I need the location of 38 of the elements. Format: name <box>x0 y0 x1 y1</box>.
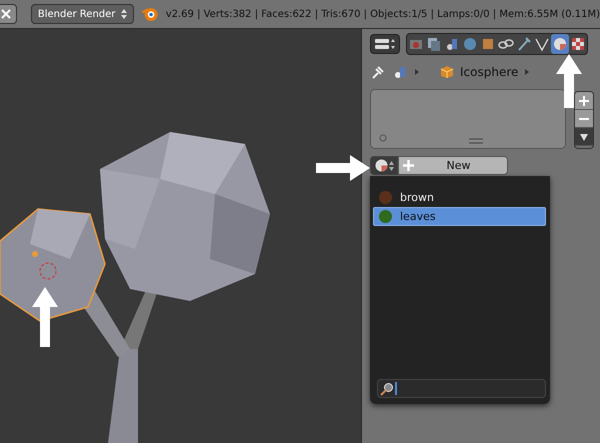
minus-icon <box>579 116 589 120</box>
triangle-down-icon <box>579 132 589 142</box>
pin-icon <box>370 64 386 80</box>
arrow-right-icon <box>414 68 420 76</box>
slot-menu-button[interactable] <box>575 128 593 146</box>
search-icon <box>380 382 394 396</box>
editor-type-button[interactable] <box>370 34 400 54</box>
new-material-button[interactable]: New <box>398 156 508 175</box>
layers-icon <box>425 35 443 53</box>
resize-handle-icon[interactable] <box>469 138 483 144</box>
arrow-right-icon <box>524 68 530 76</box>
material-icon <box>551 35 569 53</box>
plus-icon <box>579 96 589 106</box>
editor-type-icon <box>374 37 396 51</box>
scene-stats: v2.69 | Verts:382 | Faces:622 | Tris:670 | Objects:1/5 | Lamps:0/0 | Mem:6.55M (0.11M) <box>166 8 600 20</box>
material-item[interactable]: leaves <box>373 207 546 226</box>
search-field[interactable] <box>377 379 546 398</box>
right-arrow-icon <box>316 155 370 181</box>
remove-slot-button[interactable] <box>575 110 593 128</box>
properties-tab[interactable] <box>551 34 569 54</box>
material-item[interactable]: brown <box>373 188 546 207</box>
add-slot-button[interactable] <box>575 92 593 110</box>
up-arrow-icon <box>32 287 58 347</box>
up-arrow-icon <box>556 54 582 108</box>
add-dot-icon <box>379 134 387 142</box>
scene-icon <box>392 64 408 80</box>
cube-icon <box>440 65 454 79</box>
object-name: Icosphere <box>460 65 518 79</box>
updown-icon <box>120 8 127 20</box>
material-sphere-icon <box>374 159 388 172</box>
browse-material-button[interactable] <box>370 156 398 175</box>
render-engine-dropdown[interactable]: Blender Render <box>30 4 134 24</box>
plus-icon <box>403 160 414 171</box>
logo-icon <box>142 7 158 21</box>
close-icon <box>0 8 12 20</box>
texture-icon <box>569 35 587 53</box>
world-icon <box>461 35 479 53</box>
close-button[interactable] <box>0 4 17 24</box>
